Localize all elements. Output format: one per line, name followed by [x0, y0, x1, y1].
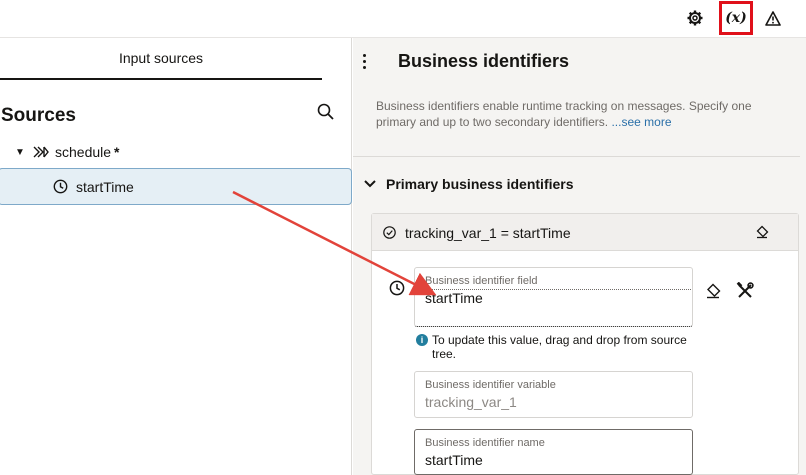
section-title: Primary business identifiers: [386, 176, 574, 192]
tree-node-schedule[interactable]: ▼ schedule *: [15, 141, 120, 163]
chevron-down-icon: [364, 180, 376, 188]
primary-section-header[interactable]: Primary business identifiers: [363, 176, 574, 192]
hint-text: To update this value, drag and drop from…: [432, 333, 687, 361]
settings-button[interactable]: [680, 4, 710, 32]
drag-hint: i To update this value, drag and drop fr…: [414, 333, 704, 361]
more-options-icon[interactable]: [362, 54, 368, 74]
info-icon: i: [416, 334, 428, 346]
required-marker: *: [114, 144, 120, 160]
top-toolbar: (x): [0, 0, 806, 38]
field-value: tracking_var_1: [425, 394, 517, 410]
field-label: Business identifier field: [425, 275, 538, 287]
divider: [353, 156, 800, 157]
identifier-card: tracking_var_1 = startTime Business iden…: [371, 213, 799, 475]
tab-input-sources[interactable]: Input sources: [0, 38, 322, 80]
check-circle-icon: [383, 226, 396, 239]
caret-down-icon[interactable]: ▼: [15, 147, 27, 158]
tree-node-label: schedule: [55, 144, 112, 160]
gear-icon: [687, 10, 703, 26]
field-value: startTime: [425, 290, 483, 306]
panel-title: Business identifiers: [398, 51, 570, 71]
panel-description: Business identifiers enable runtime trac…: [376, 98, 756, 130]
identifier-summary: tracking_var_1 = startTime: [405, 225, 571, 241]
sources-panel: Input sources Sources ▼ schedule * start…: [0, 38, 352, 475]
variables-icon: (x): [725, 10, 747, 26]
business-identifier-name[interactable]: Business identifier name startTime: [414, 429, 693, 475]
warning-icon: [765, 10, 781, 26]
description-text: Business identifiers enable runtime trac…: [376, 99, 752, 129]
clock-icon: [389, 280, 405, 296]
eraser-icon[interactable]: [755, 225, 769, 239]
clock-icon: [53, 179, 68, 194]
warnings-button[interactable]: [758, 4, 788, 32]
business-identifier-variable: Business identifier variable tracking_va…: [414, 371, 693, 418]
business-identifiers-panel: Business identifiers Business identifier…: [353, 38, 806, 475]
tools-icon[interactable]: [736, 282, 754, 300]
field-label: Business identifier variable: [425, 379, 556, 391]
sources-title: Sources: [1, 105, 76, 126]
schedule-source-icon: [33, 146, 49, 158]
business-identifier-field[interactable]: Business identifier field startTime: [414, 267, 693, 327]
tree-node-starttime[interactable]: startTime: [0, 168, 352, 205]
field-value: startTime: [425, 452, 483, 468]
see-more-link[interactable]: ...see more: [611, 115, 671, 129]
eraser-icon[interactable]: [705, 283, 721, 299]
tree-node-label: startTime: [76, 179, 134, 195]
identifier-card-header[interactable]: tracking_var_1 = startTime: [372, 214, 798, 251]
variables-button[interactable]: (x): [719, 1, 753, 35]
search-icon[interactable]: [316, 102, 336, 122]
field-label: Business identifier name: [425, 437, 545, 449]
